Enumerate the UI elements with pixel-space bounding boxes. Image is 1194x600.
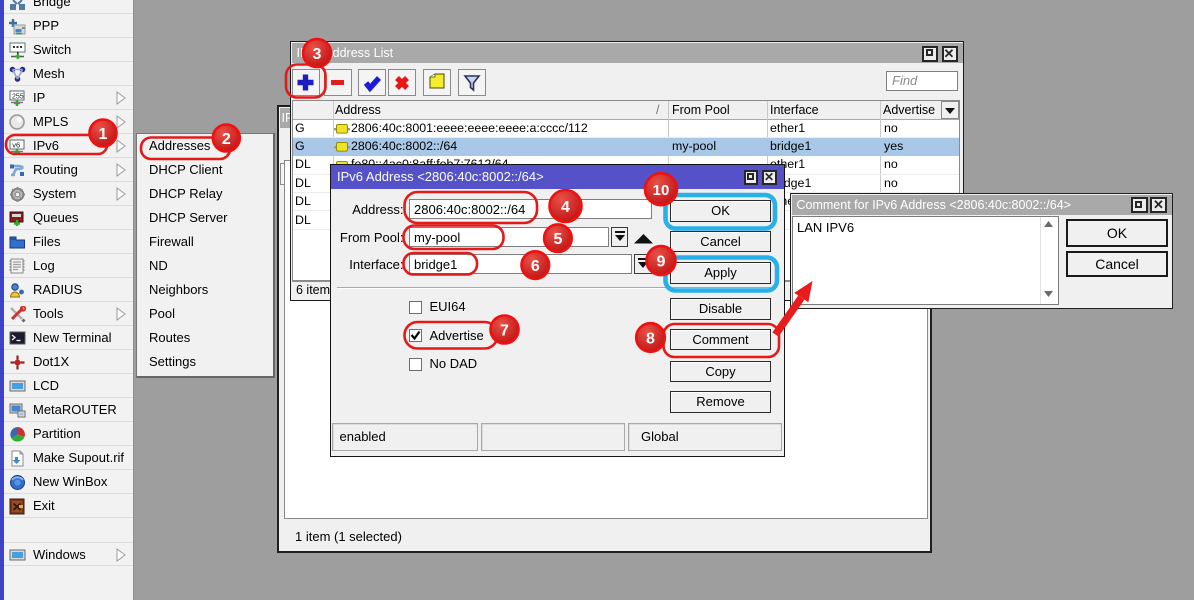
svg-text:v6: v6 <box>12 141 20 150</box>
svg-text:255: 255 <box>12 93 24 100</box>
